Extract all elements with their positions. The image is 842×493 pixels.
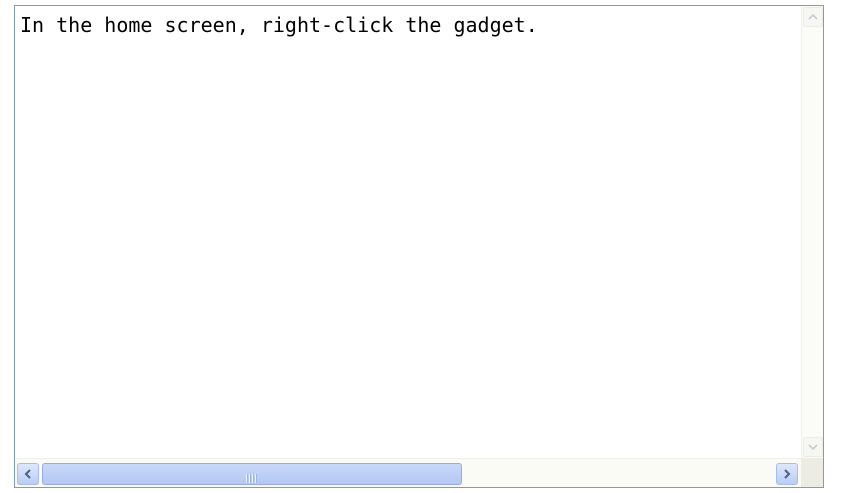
- scroll-up-button[interactable]: [803, 7, 823, 27]
- text-area-content[interactable]: In the home screen, right-click the gadg…: [20, 12, 795, 38]
- scroll-right-button[interactable]: [776, 463, 798, 485]
- chevron-left-icon: [24, 469, 31, 479]
- chevron-up-icon: [808, 13, 818, 20]
- grip-icon: [246, 470, 258, 483]
- chevron-down-icon: [808, 444, 818, 451]
- scroll-left-button[interactable]: [17, 463, 39, 485]
- scrollbar-corner: [801, 458, 823, 487]
- vertical-scrollbar[interactable]: [801, 6, 823, 458]
- chevron-right-icon: [784, 469, 791, 479]
- scroll-down-button[interactable]: [803, 437, 823, 457]
- text-area[interactable]: In the home screen, right-click the gadg…: [14, 5, 824, 488]
- horizontal-scroll-thumb[interactable]: [42, 463, 462, 485]
- horizontal-scrollbar[interactable]: [15, 458, 801, 487]
